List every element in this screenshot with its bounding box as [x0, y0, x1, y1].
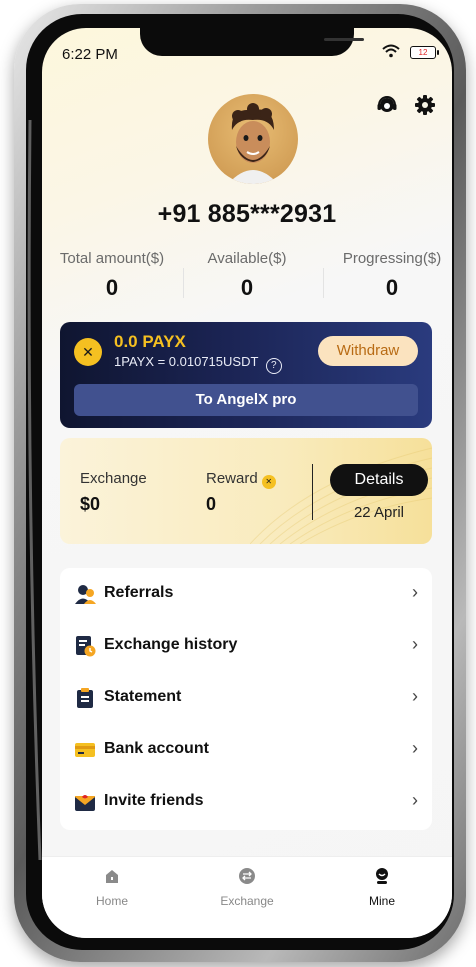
chevron-right-icon: ›	[412, 634, 418, 654]
tab-label: Home	[95, 894, 128, 908]
bank-card-icon	[75, 743, 95, 757]
menu-label: Bank account	[104, 740, 209, 757]
exchange-history-icon	[76, 636, 96, 657]
chevron-right-icon: ›	[412, 738, 418, 758]
menu-label: Exchange history	[104, 636, 238, 653]
menu-item-statement[interactable]: Statement ›	[60, 672, 432, 724]
menu-item-exchange-history[interactable]: Exchange history ›	[60, 620, 432, 672]
reward-label: Reward	[206, 470, 258, 487]
battery-indicator: 12	[410, 46, 439, 59]
stat-label: Available($)	[207, 250, 287, 267]
wifi-icon	[382, 44, 400, 61]
chevron-right-icon: ›	[412, 790, 418, 810]
reward-value: 0	[206, 494, 217, 514]
chevron-right-icon: ›	[412, 582, 418, 602]
user-phone-number: +91 885***2931	[157, 200, 337, 228]
menu-item-referrals[interactable]: Referrals ›	[60, 568, 432, 620]
card-divider	[312, 464, 313, 520]
exchange-label: Exchange	[80, 470, 147, 487]
invite-envelope-icon	[75, 795, 95, 811]
menu-label: Referrals	[104, 584, 174, 601]
payx-coin-icon: ✕	[74, 338, 102, 366]
menu-label: Invite friends	[104, 792, 204, 809]
avatar[interactable]	[208, 94, 298, 184]
reward-label-wrap: Reward ✕	[206, 470, 276, 489]
payx-rate-text: 1PAYX = 0.010715USDT	[114, 354, 259, 369]
exchange-reward-card: Exchange $0 Reward ✕ 0 Details 22 April	[60, 438, 432, 544]
chevron-right-icon: ›	[412, 686, 418, 706]
tab-home[interactable]: Home	[52, 867, 172, 908]
stat-value: 0	[240, 275, 254, 300]
details-date: 22 April	[353, 504, 405, 521]
notch-speaker	[324, 38, 364, 41]
app-screen: 6:22 PM 12 +91 885***2931 Total amount($…	[42, 28, 452, 938]
menu-item-invite-friends[interactable]: Invite friends ›	[60, 776, 432, 828]
tab-label: Mine	[368, 894, 395, 908]
payx-amount: 0.0 PAYX	[114, 332, 186, 351]
stat-available: Available($) 0	[179, 250, 315, 301]
device-notch	[140, 28, 364, 56]
statement-icon	[77, 688, 93, 708]
stat-value: 0	[385, 275, 399, 300]
details-button[interactable]: Details	[330, 464, 428, 496]
home-icon	[106, 870, 118, 883]
tab-exchange[interactable]: Exchange	[187, 867, 307, 908]
withdraw-button[interactable]: Withdraw	[318, 336, 418, 366]
reward-coin-icon: ✕	[261, 475, 276, 489]
exchange-value: $0	[80, 494, 101, 514]
menu-label: Statement	[104, 688, 182, 705]
stat-label: Total amount($)	[59, 250, 165, 267]
stat-value: 0	[105, 275, 119, 300]
to-angelx-pro-button[interactable]: To AngelX pro	[74, 384, 418, 416]
customer-support-icon[interactable]	[376, 94, 398, 116]
balance-stats: Total amount($) 0 Available($) 0 Progres…	[42, 250, 452, 308]
menu-item-bank-account[interactable]: Bank account ›	[60, 724, 432, 776]
stat-progressing: Progressing($) 0	[324, 250, 452, 301]
payx-exchange-rate: 1PAYX = 0.010715USDT ?	[114, 354, 282, 374]
settings-gear-icon[interactable]	[414, 94, 436, 116]
stat-label: Progressing($)	[342, 250, 442, 267]
stat-total-amount: Total amount($) 0	[44, 250, 180, 301]
help-question-icon[interactable]: ?	[265, 358, 282, 374]
account-menu: Referrals › Exchange history › Statement	[60, 568, 432, 830]
tab-mine[interactable]: Mine	[322, 867, 442, 908]
bottom-tab-bar: Home Exchange Mine	[42, 856, 452, 938]
referrals-icon	[75, 585, 96, 604]
exchange-icon	[239, 868, 255, 884]
mine-icon	[376, 868, 388, 884]
payx-balance-card: ✕ 0.0 PAYX 1PAYX = 0.010715USDT ? Withdr…	[60, 322, 432, 428]
tab-label: Exchange	[220, 894, 274, 908]
status-time: 6:22 PM	[62, 46, 118, 63]
